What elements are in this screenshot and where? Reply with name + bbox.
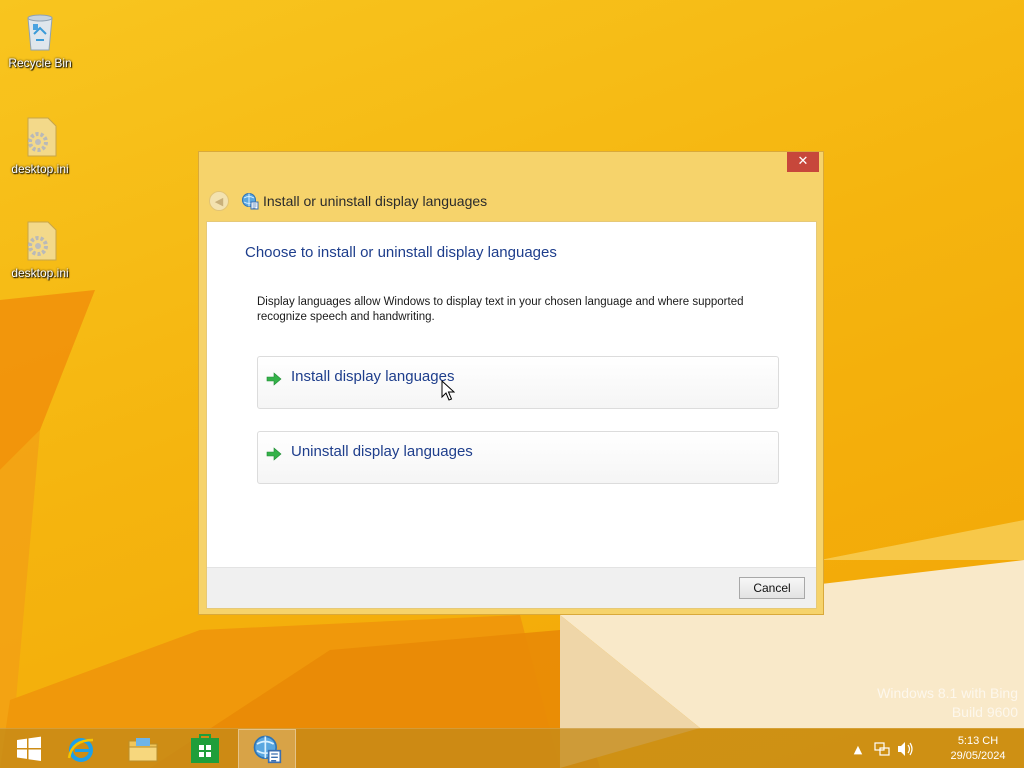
file-explorer-icon (128, 738, 158, 762)
network-icon (874, 742, 890, 756)
internet-explorer-icon (67, 738, 94, 762)
desktop-icon-recycle-bin[interactable]: Recycle Bin (2, 6, 78, 70)
desktop-icon-label: desktop.ini (11, 162, 69, 176)
system-tray: ▲ 5:13 CH 29/05/2024 (846, 729, 1024, 768)
language-dialog: ✕ ◀ Install or uninstall display languag… (198, 151, 824, 615)
taskbar: ▲ 5:13 CH 29/05/2024 (0, 728, 1024, 768)
desktop-icon-desktop-ini-1[interactable]: desktop.ini (2, 112, 78, 176)
store-icon (191, 734, 219, 763)
mouse-cursor-icon (441, 380, 455, 401)
language-settings-icon (242, 193, 259, 210)
address-bar: ◀ Install or uninstall display languages (209, 190, 487, 212)
close-button[interactable]: ✕ (787, 152, 819, 172)
settings-file-icon (16, 216, 64, 264)
show-hidden-icons-button[interactable]: ▲ (848, 739, 868, 759)
watermark-build: Build 9600 (951, 704, 1018, 720)
watermark-edition: Windows 8.1 with Bing (877, 685, 1018, 701)
cancel-button[interactable]: Cancel (739, 577, 805, 599)
uninstall-display-languages-link[interactable]: Uninstall display languages (257, 431, 779, 484)
system-clock[interactable]: 5:13 CH 29/05/2024 (932, 734, 1024, 764)
description-text: Display languages allow Windows to displ… (257, 296, 744, 323)
window-title: Install or uninstall display languages (263, 193, 488, 209)
taskbar-language-dialog[interactable] (238, 729, 296, 768)
desktop: Recycle Bin desktop.ini desktop.ini ✕ ◀ … (0, 0, 1024, 768)
back-button[interactable]: ◀ (209, 191, 229, 211)
clock-time: 5:13 CH (957, 735, 999, 747)
network-button[interactable] (872, 739, 892, 759)
show-hidden-icons-icon: ▲ (853, 742, 863, 756)
close-icon: ✕ (797, 154, 809, 169)
uninstall-link-label: Uninstall display languages (291, 443, 473, 460)
taskbar-store[interactable] (176, 729, 234, 768)
recycle-bin-icon (16, 6, 64, 54)
settings-file-icon (16, 112, 64, 160)
desktop-icon-desktop-ini-2[interactable]: desktop.ini (2, 216, 78, 280)
taskbar-file-explorer[interactable] (114, 729, 172, 768)
desktop-icon-label: Recycle Bin (8, 56, 72, 70)
language-settings-icon (253, 735, 282, 764)
back-arrow-icon: ◀ (214, 194, 224, 208)
green-arrow-icon (266, 372, 282, 386)
taskbar-internet-explorer[interactable] (52, 729, 110, 768)
start-windows-icon (17, 736, 41, 761)
windows-watermark: Windows 8.1 with Bing Build 9600 (877, 684, 1018, 722)
start-button[interactable] (0, 729, 58, 768)
dialog-content: Choose to install or uninstall display l… (206, 221, 817, 609)
green-arrow-icon (266, 447, 282, 461)
dialog-footer: Cancel (207, 567, 816, 608)
volume-button[interactable] (896, 739, 916, 759)
volume-icon (898, 742, 913, 756)
install-display-languages-link[interactable]: Install display languages (257, 356, 779, 409)
install-link-label: Install display languages (291, 368, 455, 385)
clock-date: 29/05/2024 (950, 750, 1006, 762)
desktop-icon-label: desktop.ini (11, 266, 69, 280)
page-heading: Choose to install or uninstall display l… (245, 244, 557, 261)
